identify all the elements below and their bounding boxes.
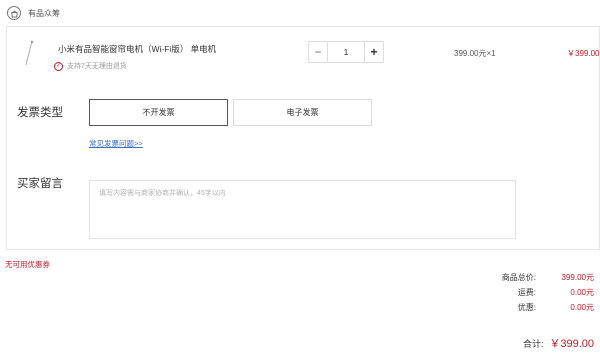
- subtotal-label: 商品总价:: [501, 273, 536, 282]
- order-total-value: ￥399.00: [549, 338, 594, 350]
- subtotal-value: 399.00元: [561, 273, 594, 282]
- shop-bag-icon: [7, 6, 21, 20]
- buyer-message-label: 买家留言: [17, 178, 63, 190]
- shipping-value: 0.00元: [570, 288, 594, 297]
- quantity-input[interactable]: 1: [327, 42, 365, 62]
- invoice-type-label: 发票类型: [17, 107, 63, 119]
- line-total: ￥399.00: [567, 49, 600, 58]
- order-panel: 小米有品智能窗帘电机（Wi-Fi版） 单电机 ✓ 支持7天无理由退货 − 1 +…: [6, 26, 600, 250]
- shop-header: 有品众筹: [0, 0, 600, 26]
- product-name[interactable]: 小米有品智能窗帘电机（Wi-Fi版） 单电机: [58, 43, 216, 55]
- quantity-stepper: − 1 +: [308, 41, 384, 63]
- coupon-note: 无可用优惠券: [5, 260, 50, 269]
- shipping-label: 运费:: [517, 288, 536, 297]
- order-total-label: 合计:: [523, 339, 544, 349]
- quantity-increase-button[interactable]: +: [365, 42, 383, 62]
- product-thumbnail[interactable]: [21, 39, 37, 67]
- unit-price: 399.00元×1: [454, 49, 496, 58]
- cart-item-row: 小米有品智能窗帘电机（Wi-Fi版） 单电机 ✓ 支持7天无理由退货 − 1 +…: [7, 27, 599, 85]
- buyer-message-input[interactable]: 填写内容需与商家协商并确认，45字以内: [89, 180, 516, 239]
- return-policy-text: 支持7天无理由退货: [67, 63, 127, 70]
- discount-value: 0.00元: [570, 303, 594, 312]
- shop-name: 有品众筹: [28, 8, 60, 18]
- invoice-faq-link[interactable]: 常见发票问题>>: [89, 138, 143, 149]
- return-policy-note: ✓ 支持7天无理由退货: [54, 61, 127, 71]
- invoice-option-none[interactable]: 不开发票: [89, 99, 228, 126]
- check-circle-icon: ✓: [54, 61, 63, 71]
- discount-label: 优惠:: [517, 303, 536, 312]
- invoice-option-electronic[interactable]: 电子发票: [233, 99, 372, 126]
- quantity-decrease-button[interactable]: −: [309, 42, 327, 62]
